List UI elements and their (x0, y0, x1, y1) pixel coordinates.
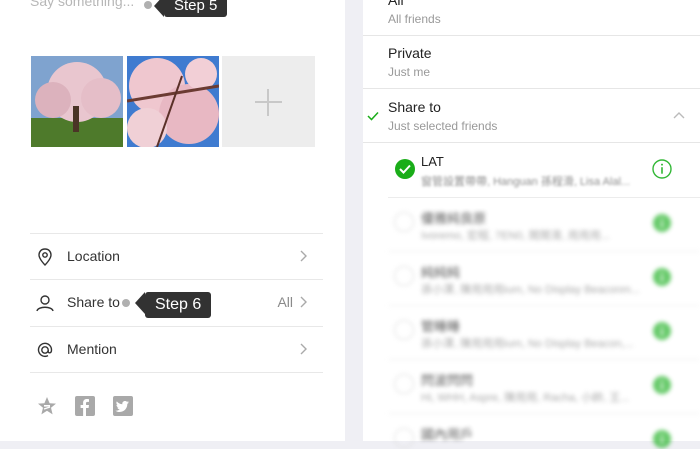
twitter-icon[interactable] (113, 396, 133, 416)
friend-group-members: 孫小澤, 陳用用用ium, No Display Beaconm... (421, 284, 640, 296)
info-icon[interactable] (652, 321, 672, 341)
chevron-up-icon[interactable] (672, 110, 686, 120)
share-to-label: Share to (67, 294, 120, 310)
mention-row[interactable]: Mention (30, 326, 323, 373)
mention-label: Mention (67, 341, 117, 357)
photo-thumbnail-1[interactable] (31, 56, 123, 147)
share-to-value: All (277, 294, 293, 310)
visibility-option-share-to[interactable]: Share to Just selected friends (363, 89, 700, 143)
chevron-right-icon (300, 296, 307, 308)
friend-group-members: 孫小澤, 陳用用用ium, No Display Beacon,... (421, 338, 634, 350)
chevron-right-icon (300, 343, 307, 355)
radio-circle[interactable] (394, 374, 414, 394)
add-photo-button[interactable] (222, 56, 315, 147)
checked-circle-icon[interactable] (394, 158, 416, 180)
location-pin-icon (38, 248, 52, 266)
option-private-title: Private (388, 45, 432, 61)
friend-group-members: Hi, WHH, Aspre, 陳用用, Racha, 小帥, 王... (421, 392, 630, 404)
info-icon[interactable] (652, 375, 672, 395)
visibility-option-all[interactable]: All All friends (363, 0, 700, 36)
radio-circle[interactable] (394, 266, 414, 286)
divider (30, 372, 323, 373)
step5-tooltip: Step 5 (153, 0, 228, 17)
step6-pointer-dot (122, 299, 130, 307)
friend-group-name: 純純純 (421, 265, 461, 280)
visibility-option-private[interactable]: Private Just me (363, 35, 700, 89)
friend-group-row[interactable]: 國內用戶 (388, 413, 700, 448)
info-icon[interactable] (652, 267, 672, 287)
option-all-subtitle: All friends (388, 12, 441, 26)
qzone-star-icon[interactable] (36, 395, 58, 417)
info-icon[interactable] (652, 429, 672, 449)
step6-tooltip: Step 6 (134, 292, 212, 318)
photo-thumbnail-2[interactable] (127, 56, 219, 147)
radio-circle[interactable] (394, 212, 414, 232)
friend-group-name: 國內用戶 (421, 427, 474, 442)
radio-circle[interactable] (394, 428, 414, 448)
friend-group-members: 窗管設置帶帶, Hanguan 孫程滑, Lisa Alal... (421, 176, 631, 188)
info-icon[interactable] (652, 159, 672, 179)
location-row[interactable]: Location (30, 233, 323, 280)
friend-group-name: 閃波閃閃 (421, 373, 474, 388)
at-sign-icon (37, 342, 53, 357)
step5-pointer-dot (144, 1, 152, 9)
friend-group-row[interactable]: 純純純 孫小澤, 陳用用用ium, No Display Beaconm... (388, 251, 700, 306)
visibility-panel: All All friends Private Just me Share to… (363, 0, 700, 448)
friend-group-name: 優雅純良原 (421, 211, 487, 226)
friend-group-row[interactable]: 管睡睡 孫小澤, 陳用用用ium, No Display Beacon,... (388, 305, 700, 360)
radio-circle[interactable] (394, 320, 414, 340)
location-label: Location (67, 248, 120, 264)
friend-group-name: 管睡睡 (421, 319, 461, 334)
post-text-input[interactable]: Say something... (30, 0, 134, 9)
checkmark-icon (367, 111, 379, 121)
friend-group-row[interactable]: 閃波閃閃 Hi, WHH, Aspre, 陳用用, Racha, 小帥, 王..… (388, 359, 700, 414)
friend-group-name: LAT (421, 154, 444, 169)
info-icon[interactable] (652, 213, 672, 233)
chevron-right-icon (300, 250, 307, 262)
facebook-icon[interactable] (75, 396, 95, 416)
person-icon (36, 295, 54, 312)
friend-group-row[interactable]: 優雅純良原 Ivoremo, 宏程, 7EN0, 鬧鬧滑, 用用用... (388, 197, 700, 252)
option-share-to-subtitle: Just selected friends (388, 119, 498, 133)
plus-icon-vertical (267, 89, 269, 116)
friend-group-members: Ivoremo, 宏程, 7EN0, 鬧鬧滑, 用用用... (421, 230, 610, 242)
compose-panel: Say something... Step 5 Location Share t… (0, 0, 345, 441)
option-all-title: All (388, 0, 404, 8)
option-private-subtitle: Just me (388, 65, 431, 79)
option-share-to-title: Share to (388, 99, 441, 115)
friend-group-row[interactable]: LAT 窗管設置帶帶, Hanguan 孫程滑, Lisa Alal... (388, 143, 700, 198)
